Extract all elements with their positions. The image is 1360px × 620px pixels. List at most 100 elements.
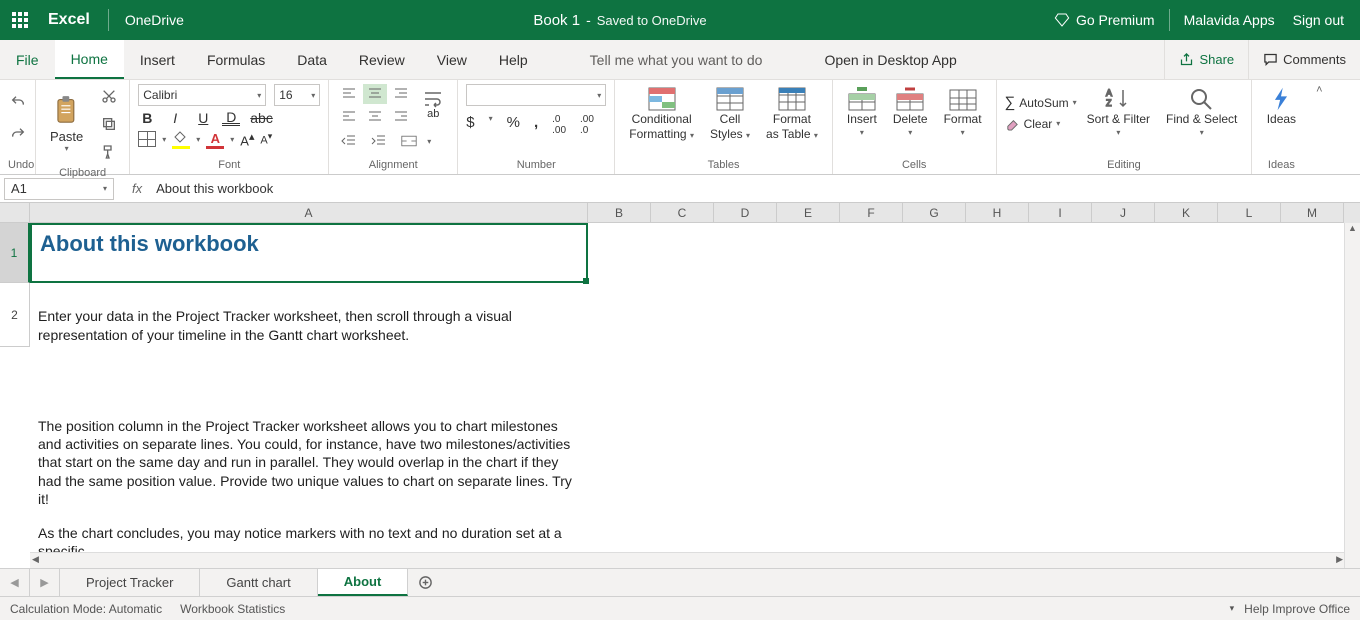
cut-button[interactable] [97, 84, 121, 108]
number-format-select[interactable]: ▾ [466, 84, 606, 106]
cell-styles-button[interactable]: CellStyles ▾ [704, 84, 756, 144]
col-header-F[interactable]: F [840, 203, 903, 223]
decrease-decimal-button[interactable]: .00.0 [580, 114, 594, 136]
sort-filter-button[interactable]: AZ Sort & Filter▾ [1081, 84, 1156, 139]
vertical-scrollbar[interactable]: ▲ [1344, 223, 1360, 568]
comments-button[interactable]: Comments [1248, 40, 1360, 79]
tab-formulas[interactable]: Formulas [191, 40, 281, 79]
col-header-D[interactable]: D [714, 203, 777, 223]
tell-me-search[interactable]: Tell me what you want to do [574, 40, 779, 79]
calc-mode-status[interactable]: Calculation Mode: Automatic [10, 602, 162, 616]
svg-text:A: A [1106, 88, 1112, 98]
font-color-button[interactable]: A [206, 131, 224, 147]
delete-cells-button[interactable]: Delete▾ [887, 84, 934, 139]
row-header-1[interactable]: 1 [0, 223, 30, 283]
sheet-tab-about[interactable]: About [318, 569, 409, 596]
underline-button[interactable]: U [194, 110, 212, 126]
comma-button[interactable]: , [534, 114, 538, 136]
align-left[interactable] [337, 106, 361, 126]
status-menu-button[interactable]: ▾ [1220, 603, 1245, 614]
col-header-B[interactable]: B [588, 203, 651, 223]
font-size-select[interactable]: 16▾ [274, 84, 320, 106]
sheet-tab-gantt-chart[interactable]: Gantt chart [200, 569, 317, 596]
open-desktop-button[interactable]: Open in Desktop App [808, 40, 972, 79]
add-sheet-button[interactable] [408, 569, 442, 596]
paste-button[interactable]: Paste▾ [44, 93, 89, 155]
col-header-K[interactable]: K [1155, 203, 1218, 223]
tab-nav-prev[interactable]: ◀ [0, 569, 30, 596]
align-top-center[interactable] [363, 84, 387, 104]
redo-button[interactable] [6, 122, 30, 146]
format-cells-button[interactable]: Format▾ [938, 84, 988, 139]
go-premium-button[interactable]: Go Premium [1040, 12, 1169, 28]
col-header-G[interactable]: G [903, 203, 966, 223]
col-header-M[interactable]: M [1281, 203, 1344, 223]
collapse-ribbon-button[interactable]: ˄ [1310, 80, 1328, 174]
insert-cells-button[interactable]: Insert▾ [841, 84, 883, 139]
col-header-J[interactable]: J [1092, 203, 1155, 223]
tab-file[interactable]: File [0, 40, 55, 79]
font-name-select[interactable]: Calibri▾ [138, 84, 266, 106]
clear-button[interactable]: Clear▾ [1005, 116, 1077, 131]
undo-button[interactable] [6, 90, 30, 114]
borders-button[interactable] [138, 131, 156, 147]
tab-review[interactable]: Review [343, 40, 421, 79]
onedrive-label[interactable]: OneDrive [109, 12, 200, 28]
cell-A1[interactable]: About this workbook [30, 223, 588, 283]
format-painter-button[interactable] [97, 140, 121, 164]
share-button[interactable]: Share [1164, 40, 1248, 79]
tab-nav-next[interactable]: ▶ [30, 569, 60, 596]
increase-indent-button[interactable] [367, 129, 391, 153]
help-improve-link[interactable]: Help Improve Office [1244, 602, 1350, 616]
autosum-button[interactable]: ∑AutoSum▾ [1005, 94, 1077, 111]
find-select-button[interactable]: Find & Select▾ [1160, 84, 1243, 139]
name-box[interactable]: A1▾ [4, 178, 114, 200]
col-header-E[interactable]: E [777, 203, 840, 223]
horizontal-scrollbar[interactable]: ◀▶ [30, 552, 1345, 568]
sheet-tab-project-tracker[interactable]: Project Tracker [60, 569, 200, 596]
tab-view[interactable]: View [421, 40, 483, 79]
col-header-L[interactable]: L [1218, 203, 1281, 223]
conditional-formatting-button[interactable]: ConditionalFormatting ▾ [623, 84, 700, 144]
cell-A3[interactable]: The position column in the Project Track… [30, 413, 588, 564]
doc-title[interactable]: Book 1 [533, 12, 580, 29]
account-name[interactable]: Malavida Apps [1170, 12, 1289, 28]
align-right[interactable] [389, 106, 413, 126]
bold-button[interactable]: B [138, 110, 156, 126]
col-header-I[interactable]: I [1029, 203, 1092, 223]
formula-input[interactable]: About this workbook [152, 181, 1360, 196]
wrap-text-button[interactable]: ab [417, 88, 449, 122]
tab-home[interactable]: Home [55, 40, 124, 79]
copy-button[interactable] [97, 112, 121, 136]
tab-insert[interactable]: Insert [124, 40, 191, 79]
group-label-cells: Cells [841, 156, 988, 174]
workbook-stats-status[interactable]: Workbook Statistics [180, 602, 285, 616]
select-all-corner[interactable] [0, 203, 30, 223]
percent-button[interactable]: % [507, 114, 520, 136]
format-as-table-button[interactable]: Formatas Table ▾ [760, 84, 824, 144]
align-center[interactable] [363, 106, 387, 126]
align-top-left[interactable] [337, 84, 361, 104]
italic-button[interactable]: I [166, 110, 184, 126]
col-header-C[interactable]: C [651, 203, 714, 223]
decrease-indent-button[interactable] [337, 129, 361, 153]
tab-data[interactable]: Data [281, 40, 343, 79]
ideas-button[interactable]: Ideas [1260, 84, 1302, 129]
double-underline-button[interactable]: D [222, 111, 240, 126]
merge-button[interactable] [397, 129, 421, 153]
align-top-right[interactable] [389, 84, 413, 104]
col-header-A[interactable]: A [30, 203, 588, 223]
app-launcher[interactable] [0, 0, 40, 40]
increase-decimal-button[interactable]: .0.00 [552, 114, 566, 136]
shrink-font-button[interactable]: A▾ [260, 131, 272, 147]
grow-font-button[interactable]: A▴ [240, 130, 254, 148]
currency-button[interactable]: $ [466, 114, 474, 136]
cell-A2[interactable]: Enter your data in the Project Tracker w… [30, 283, 588, 347]
row-header-2[interactable]: 2 [0, 283, 30, 347]
sign-out-button[interactable]: Sign out [1289, 12, 1348, 28]
strikethrough-button[interactable]: abc [250, 110, 268, 126]
fill-color-button[interactable] [172, 131, 190, 147]
fx-icon[interactable]: fx [118, 181, 152, 196]
col-header-H[interactable]: H [966, 203, 1029, 223]
tab-help[interactable]: Help [483, 40, 544, 79]
